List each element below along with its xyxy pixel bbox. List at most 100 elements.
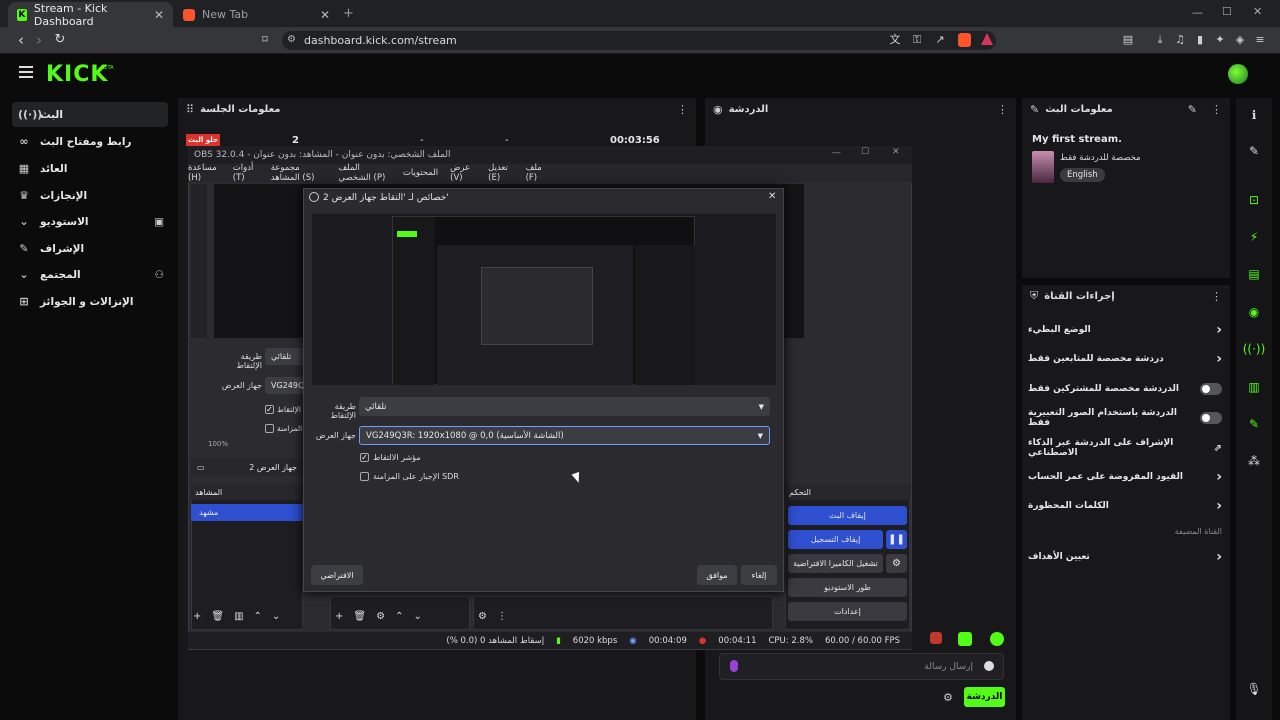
source-up-icon[interactable]: ⌃ <box>395 611 403 622</box>
info-icon[interactable]: ℹ <box>1236 100 1272 130</box>
source-down-icon[interactable]: ⌄ <box>413 611 421 622</box>
chat-input[interactable]: إرسال رسالة <box>719 653 1004 680</box>
sidebar-item-moderation[interactable]: ✎ الإشراف <box>12 236 168 261</box>
sidebar-item-achievements[interactable]: ♛ الإنجازات <box>12 183 168 208</box>
back-icon[interactable]: ‹ <box>12 31 30 49</box>
sidebar-item-community[interactable]: ⌄ المجتمع ⚇ <box>12 262 168 287</box>
scene-filter-icon[interactable]: ▥ <box>234 611 243 622</box>
remove-source-icon[interactable]: 🗑 <box>353 611 366 622</box>
ok-button[interactable]: موافق <box>697 565 737 585</box>
layout-icon[interactable]: ▥ <box>1236 372 1272 402</box>
source-settings-icon[interactable]: ⚙ <box>376 611 385 622</box>
minimize-icon[interactable]: — <box>1192 6 1203 19</box>
session-menu-icon[interactable]: ⋮ <box>677 103 688 116</box>
tab-kick-dashboard[interactable]: K Stream - Kick Dashboard ✕ <box>8 2 173 28</box>
chat-icon[interactable]: ◉ <box>1236 297 1272 327</box>
channel-actions-menu-icon[interactable]: ⋮ <box>1211 290 1222 303</box>
hamburger-menu-icon[interactable] <box>19 66 33 78</box>
wrench-icon[interactable]: ✎ <box>1236 409 1272 439</box>
scene-item[interactable]: مشهد <box>191 504 303 521</box>
brave-shields-icon[interactable] <box>958 33 971 47</box>
emotes-only-toggle[interactable] <box>1200 412 1222 424</box>
kick-logo[interactable]: KICK <box>46 62 108 87</box>
sidebar-item-studio[interactable]: ⌄ الاستوديو ▣ <box>12 209 168 234</box>
sidebar-item-drops[interactable]: ⊞ الإنزالات و الجوائز <box>12 289 168 314</box>
download-icon[interactable]: ⤓ <box>1153 33 1167 47</box>
broadcast-icon[interactable]: ((·)) <box>1236 334 1272 364</box>
leo-ai-icon[interactable]: ✦ <box>1213 33 1227 47</box>
emoji-icon[interactable] <box>984 661 994 671</box>
obs-menu-view[interactable]: عرض (V) <box>450 163 476 183</box>
sidebar-item-revenue[interactable]: ▦ العائد <box>12 156 168 181</box>
obs-menu-tools[interactable]: أدوات (T) <box>233 163 259 183</box>
notes-icon[interactable]: ▤ <box>1236 259 1272 289</box>
emote-icon[interactable] <box>930 632 942 644</box>
virtual-camera-settings-icon[interactable]: ⚙ <box>886 554 907 573</box>
obs-menu-help[interactable]: مساعدة (H) <box>188 163 221 183</box>
user-avatar[interactable] <box>1228 64 1248 84</box>
stop-streaming-button[interactable]: إيقاف البث <box>788 506 907 525</box>
studio-mode-button[interactable]: طور الاستوديو <box>788 578 907 597</box>
sidebar-item-stream-key[interactable]: ∞ رابط ومفتاح البث <box>12 129 168 154</box>
reading-list-icon[interactable]: ▮ <box>1193 33 1207 47</box>
method-select[interactable]: تلقائي ▼ <box>359 397 770 416</box>
obs-menu-scene-collection[interactable]: مجموعة المشاهد (S) <box>271 163 327 183</box>
stream-info-menu-icon[interactable]: ⋮ <box>1211 103 1222 116</box>
defaults-button[interactable]: الافتراضي <box>311 565 363 585</box>
obs-minimize-icon[interactable]: — <box>832 148 841 158</box>
obs-close-icon[interactable]: ✕ <box>892 147 900 157</box>
chat-settings-icon[interactable]: ⚙ <box>943 691 953 704</box>
dialog-close-icon[interactable]: ✕ <box>768 191 776 202</box>
brave-rewards-icon[interactable] <box>981 33 993 45</box>
mixer-settings-icon[interactable]: ⚙ <box>478 611 487 622</box>
add-source-icon[interactable]: + <box>335 611 343 622</box>
settings-button[interactable]: إعدادات <box>788 602 907 621</box>
nodes-icon[interactable]: ⁂ <box>1236 446 1272 476</box>
remove-scene-icon[interactable]: 🗑 <box>211 611 224 622</box>
subscribers-only-toggle[interactable] <box>1200 383 1222 395</box>
capture-cursor-checkbox[interactable]: ✓ <box>360 453 369 462</box>
force-sdr-checkbox[interactable] <box>360 472 369 481</box>
vpn-icon[interactable]: ◈ <box>1233 33 1247 47</box>
pause-recording-icon[interactable]: ❚❚ <box>886 530 907 549</box>
pencil-icon[interactable]: ✎ <box>1236 136 1272 166</box>
close-tab-icon[interactable]: ✕ <box>320 8 330 22</box>
new-tab-icon[interactable]: + <box>343 6 354 21</box>
emote-green-icon[interactable] <box>990 632 1004 646</box>
obs-menu-profile[interactable]: الملف الشخصي (P) <box>338 163 391 183</box>
site-info-icon[interactable]: ⚙ <box>287 34 296 45</box>
obs-menu-docks[interactable]: المحتويات <box>403 168 438 178</box>
start-virtual-camera-button[interactable]: تشغيل الكاميرا الافتراضية <box>788 554 883 573</box>
sidebar-item-stream[interactable]: ((·)) البث <box>12 102 168 127</box>
obs-maximize-icon[interactable]: ☐ <box>861 147 869 157</box>
mixer-menu-icon[interactable]: ⋮ <box>497 611 507 622</box>
lightning-icon[interactable]: ⚡ <box>1236 222 1272 252</box>
share-icon[interactable]: ↗ <box>933 33 947 47</box>
action-emotes-only[interactable]: الدردشة باستخدام الصور التعبيرية فقط <box>1028 405 1222 431</box>
mic-icon[interactable]: 🎙 <box>1236 674 1272 704</box>
sidebar-toggle-icon[interactable]: ▤ <box>1121 33 1135 47</box>
menu-icon[interactable]: ≡ <box>1253 33 1267 47</box>
bookmark-icon[interactable]: ⌑ <box>256 31 274 49</box>
action-set-goals[interactable]: › تعيين الأهداف <box>1028 544 1222 570</box>
action-banned-words[interactable]: › الكلمات المحظورة <box>1028 493 1222 519</box>
password-key-icon[interactable]: ⚿ <box>910 33 924 47</box>
move-up-icon[interactable]: ⌃ <box>254 611 262 622</box>
maximize-icon[interactable]: ☐ <box>1222 5 1232 18</box>
close-tab-icon[interactable]: ✕ <box>154 8 164 22</box>
action-account-age[interactable]: › القيود المفروضة على عمر الحساب <box>1028 464 1222 490</box>
chat-menu-icon[interactable]: ⋮ <box>997 103 1008 116</box>
chat-send-button[interactable]: الدردشة <box>964 687 1005 707</box>
tab-new-tab[interactable]: New Tab ✕ <box>174 2 339 27</box>
obs-menu-file[interactable]: ملف (F) <box>526 163 548 183</box>
move-down-icon[interactable]: ⌄ <box>272 611 280 622</box>
stop-recording-button[interactable]: إيقاف التسجيل <box>788 530 883 549</box>
edit-icon[interactable]: ✎ <box>1188 103 1197 116</box>
cancel-button[interactable]: إلغاء <box>741 565 777 585</box>
music-icon[interactable]: ♫ <box>1173 33 1187 47</box>
action-followers-only[interactable]: › دردشة مخصصة للمتابعين فقط <box>1028 346 1222 372</box>
forward-icon[interactable]: › <box>30 31 48 49</box>
action-subscribers-only[interactable]: الدردشة مخصصة للمشتركين فقط <box>1028 376 1222 402</box>
reload-icon[interactable]: ↻ <box>51 31 69 49</box>
kick-emote-icon[interactable] <box>958 632 972 646</box>
